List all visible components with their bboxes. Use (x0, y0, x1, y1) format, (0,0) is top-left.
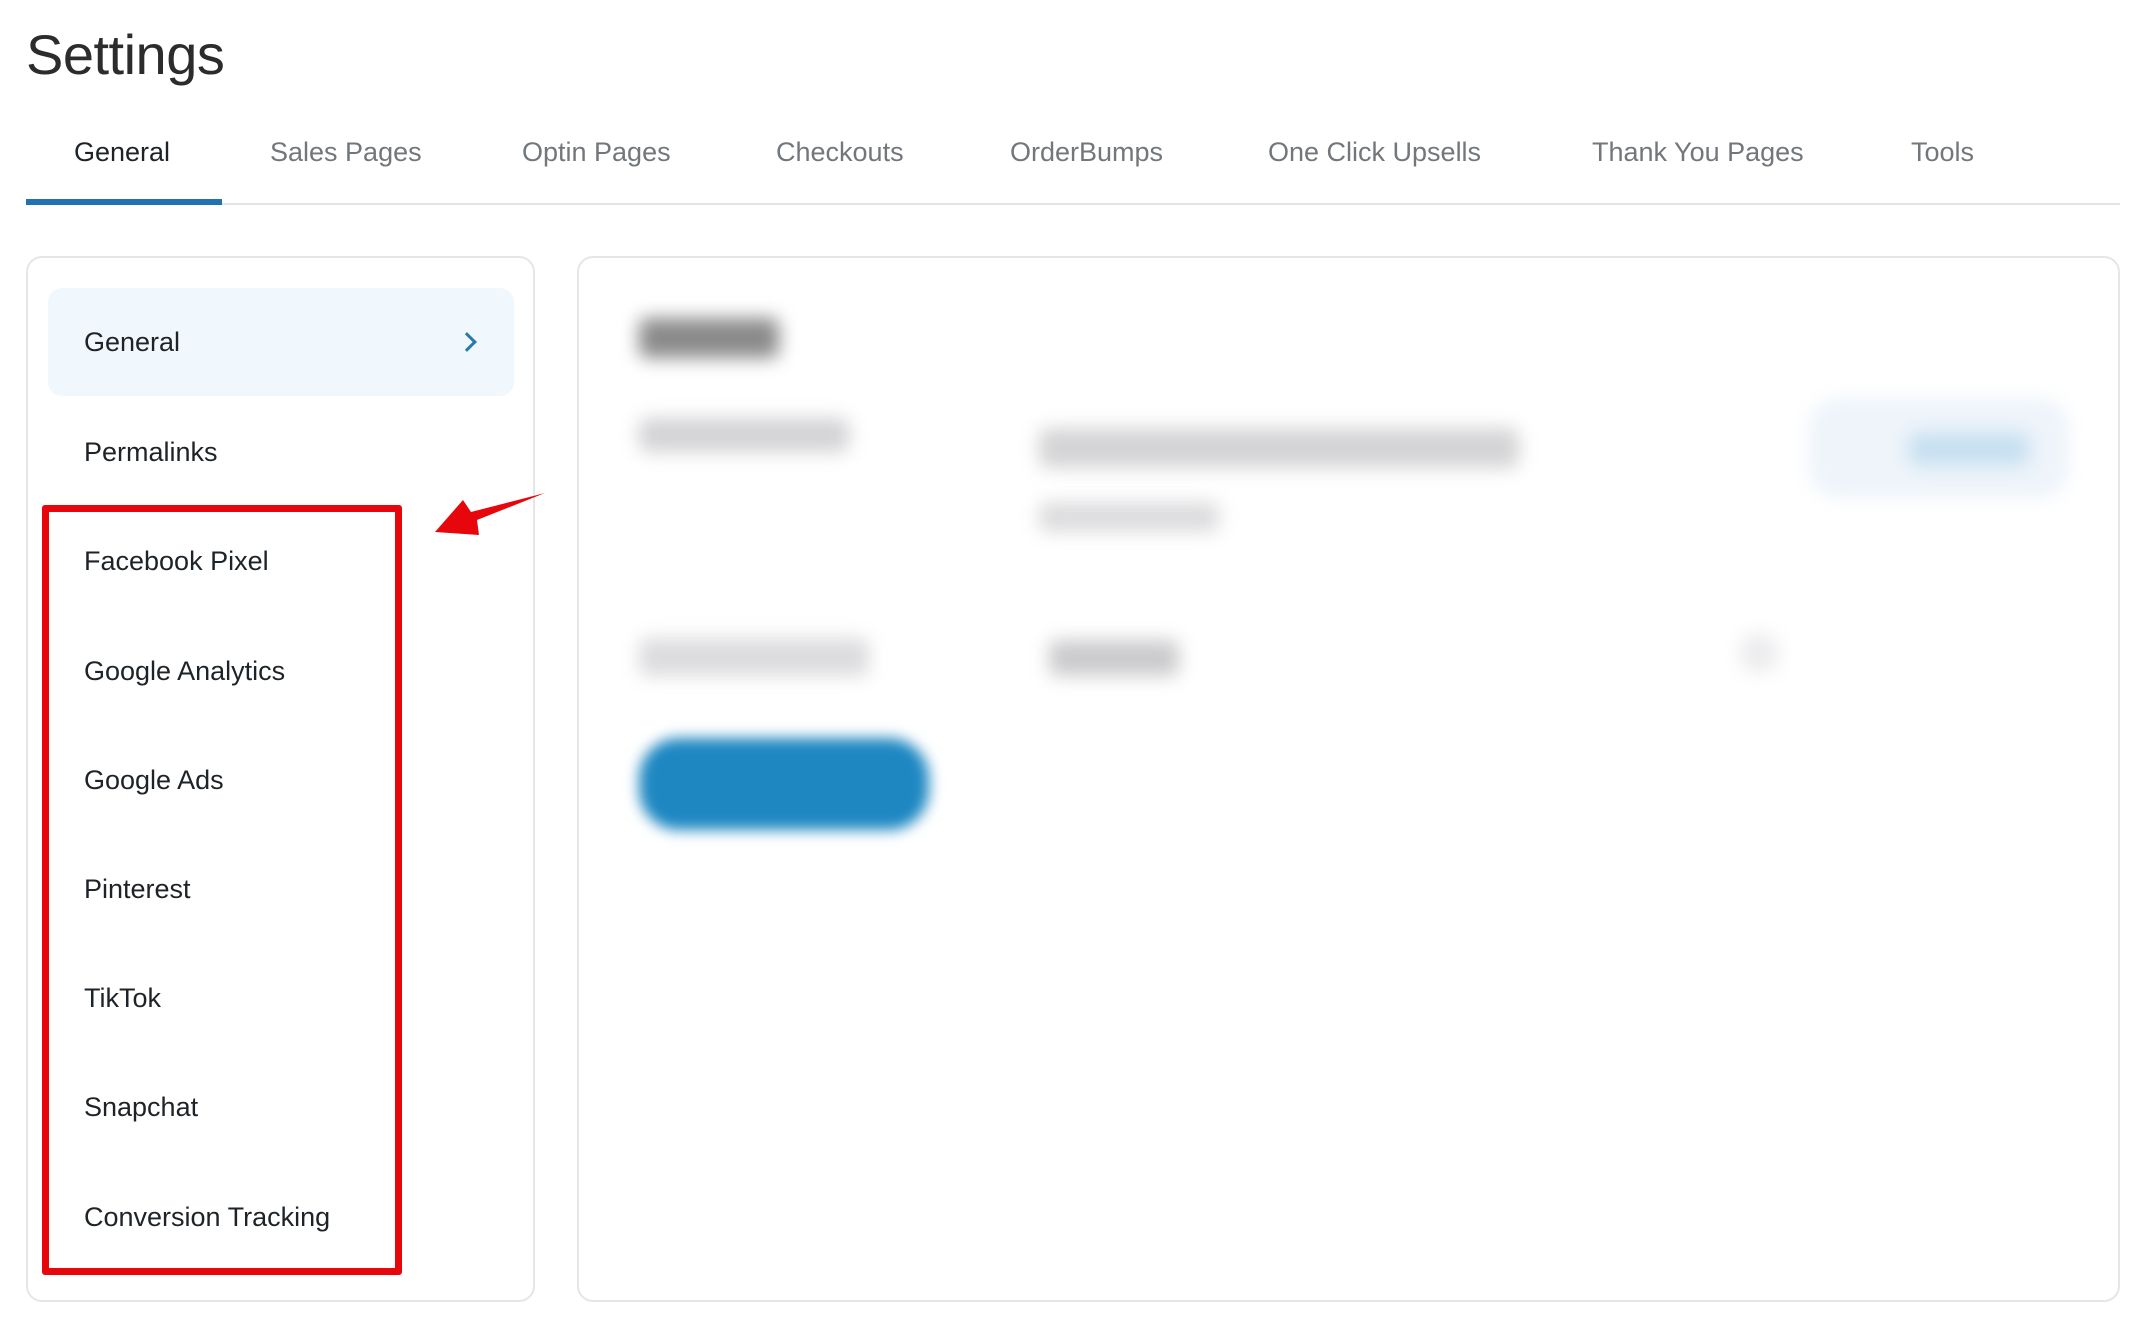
settings-sidebar: General Permalinks Facebook Pixel Google… (26, 256, 535, 1302)
sidebar-item-label: General (84, 326, 181, 357)
sidebar-item-general[interactable]: General (48, 288, 514, 396)
chevron-right-icon (457, 332, 477, 352)
tab-general[interactable]: General (74, 132, 170, 172)
blurred-field-label (639, 638, 869, 676)
sidebar-item-tiktok[interactable]: TikTok (48, 944, 514, 1052)
active-tab-indicator (26, 199, 222, 205)
sidebar-item-google-ads[interactable]: Google Ads (48, 726, 514, 834)
blurred-help-text (1039, 502, 1219, 532)
sidebar-item-label: Google Analytics (84, 655, 286, 686)
sidebar-item-facebook-pixel[interactable]: Facebook Pixel (48, 507, 514, 615)
general-settings-panel (577, 256, 2120, 1302)
blurred-info-icon (1739, 633, 1779, 673)
tab-sales-pages[interactable]: Sales Pages (270, 132, 422, 172)
sidebar-item-pinterest[interactable]: Pinterest (48, 835, 514, 943)
sidebar-item-label: Pinterest (84, 873, 191, 904)
tab-optin-pages[interactable]: Optin Pages (522, 132, 671, 172)
sidebar-item-permalinks[interactable]: Permalinks (48, 398, 514, 506)
sidebar-item-label: Conversion Tracking (84, 1201, 331, 1232)
tab-tools[interactable]: Tools (1911, 132, 1974, 172)
sidebar-item-snapchat[interactable]: Snapchat (48, 1053, 514, 1161)
sidebar-item-label: Permalinks (84, 436, 218, 467)
sidebar-item-conversion-tracking[interactable]: Conversion Tracking (48, 1163, 514, 1271)
blurred-field-label (639, 418, 849, 452)
blurred-save-button[interactable] (639, 738, 929, 830)
blurred-select-field[interactable] (1049, 640, 1179, 676)
blurred-text-field[interactable] (1039, 428, 1519, 468)
tab-one-click-upsells[interactable]: One Click Upsells (1268, 132, 1481, 172)
tab-checkouts[interactable]: Checkouts (776, 132, 904, 172)
sidebar-item-google-analytics[interactable]: Google Analytics (48, 617, 514, 725)
settings-tabs: General Sales Pages Optin Pages Checkout… (26, 120, 2120, 205)
page-title: Settings (26, 23, 225, 86)
sidebar-item-label: Facebook Pixel (84, 545, 269, 576)
tab-orderbumps[interactable]: OrderBumps (1010, 132, 1163, 172)
blurred-secondary-button-label (1909, 433, 2029, 465)
sidebar-item-label: TikTok (84, 982, 162, 1013)
tab-thank-you-pages[interactable]: Thank You Pages (1592, 132, 1804, 172)
sidebar-item-label: Snapchat (84, 1091, 199, 1122)
sidebar-item-label: Google Ads (84, 764, 224, 795)
tabs-divider (26, 203, 2120, 205)
blurred-panel-heading (639, 318, 779, 358)
